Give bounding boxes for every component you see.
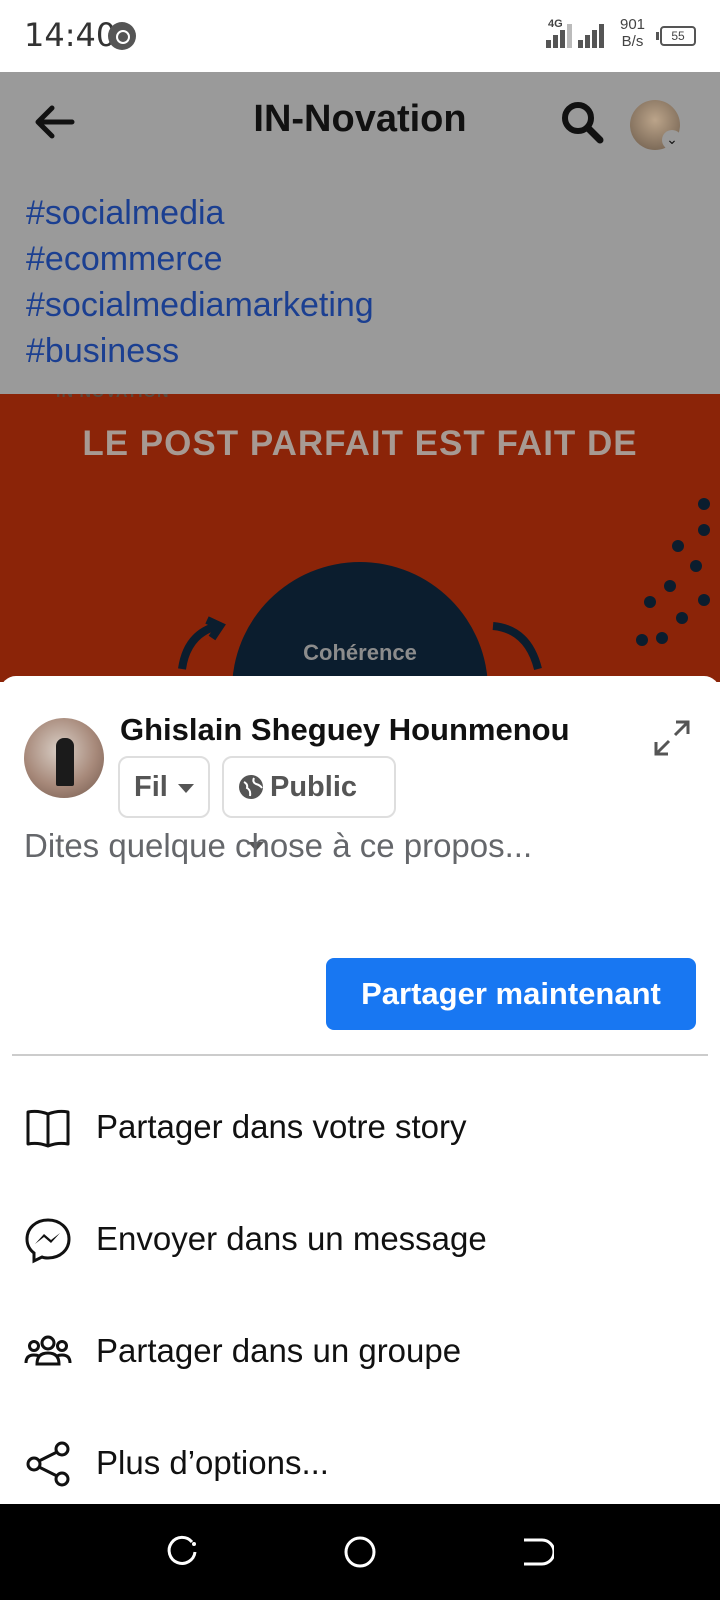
signal-icon <box>540 22 574 48</box>
option-share-story[interactable]: Partager dans votre story <box>0 1072 720 1184</box>
home-icon[interactable] <box>342 1534 378 1570</box>
page-title: IN-Novation <box>253 98 467 140</box>
option-label: Partager dans un groupe <box>96 1332 462 1369</box>
audience-selector[interactable]: Public <box>222 756 396 851</box>
option-send-message[interactable]: Envoyer dans un message <box>0 1184 720 1296</box>
hashtag[interactable]: #socialmediamarketing <box>26 282 720 328</box>
post-image[interactable]: IN NOVATION LE POST PARFAIT EST FAIT DE … <box>0 394 720 682</box>
hashtag[interactable]: #socialmedia <box>26 190 720 236</box>
app-bar: IN-Novation ⌄ <box>0 72 720 172</box>
avatar <box>24 718 104 798</box>
hashtag[interactable]: #business <box>26 328 720 374</box>
option-label: Envoyer dans un message <box>96 1220 487 1257</box>
divider <box>12 1054 708 1056</box>
status-bar: 14:40 4G 901 B/s 55 <box>0 0 720 72</box>
share-now-button[interactable]: Partager maintenant <box>326 958 696 1030</box>
navigation-bar <box>0 1504 720 1600</box>
arrow-icon <box>492 622 542 671</box>
hashtag[interactable]: #ecommerce <box>26 236 720 282</box>
destination-selector[interactable]: Fil <box>118 756 210 818</box>
image-title: LE POST PARFAIT EST FAIT DE <box>82 424 638 463</box>
globe-icon <box>239 775 263 799</box>
caret-down-icon <box>177 783 194 793</box>
user-name: Ghislain Sheguey Hounmenou <box>120 712 570 747</box>
group-icon <box>24 1335 72 1366</box>
battery-icon: 55 <box>656 26 696 46</box>
book-icon <box>26 1109 70 1148</box>
search-icon[interactable] <box>560 100 604 144</box>
compose-input[interactable] <box>24 816 684 876</box>
chevron-down-icon[interactable]: ⌄ <box>662 130 682 150</box>
app-background: #socialmedia #ecommerce #socialmediamark… <box>0 72 720 682</box>
whatsapp-notification-icon <box>108 22 136 50</box>
share-icon <box>26 1441 70 1487</box>
option-label: Partager dans votre story <box>96 1108 467 1145</box>
image-circle-label: Cohérence <box>303 640 417 665</box>
arrow-icon <box>178 616 226 670</box>
share-sheet: Ghislain Sheguey Hounmenou Fil Public Pa… <box>0 676 720 1504</box>
signal-icon <box>572 22 606 48</box>
expand-icon[interactable] <box>652 718 692 758</box>
image-logo: IN NOVATION <box>56 394 170 402</box>
back-icon[interactable] <box>518 1534 554 1570</box>
option-share-group[interactable]: Partager dans un groupe <box>0 1296 720 1408</box>
status-time: 14:40 <box>24 16 117 54</box>
network-speed: 901 B/s <box>620 16 646 50</box>
option-label: Plus d’options... <box>96 1444 329 1481</box>
recents-icon[interactable] <box>164 1534 200 1570</box>
messenger-icon <box>25 1218 71 1264</box>
